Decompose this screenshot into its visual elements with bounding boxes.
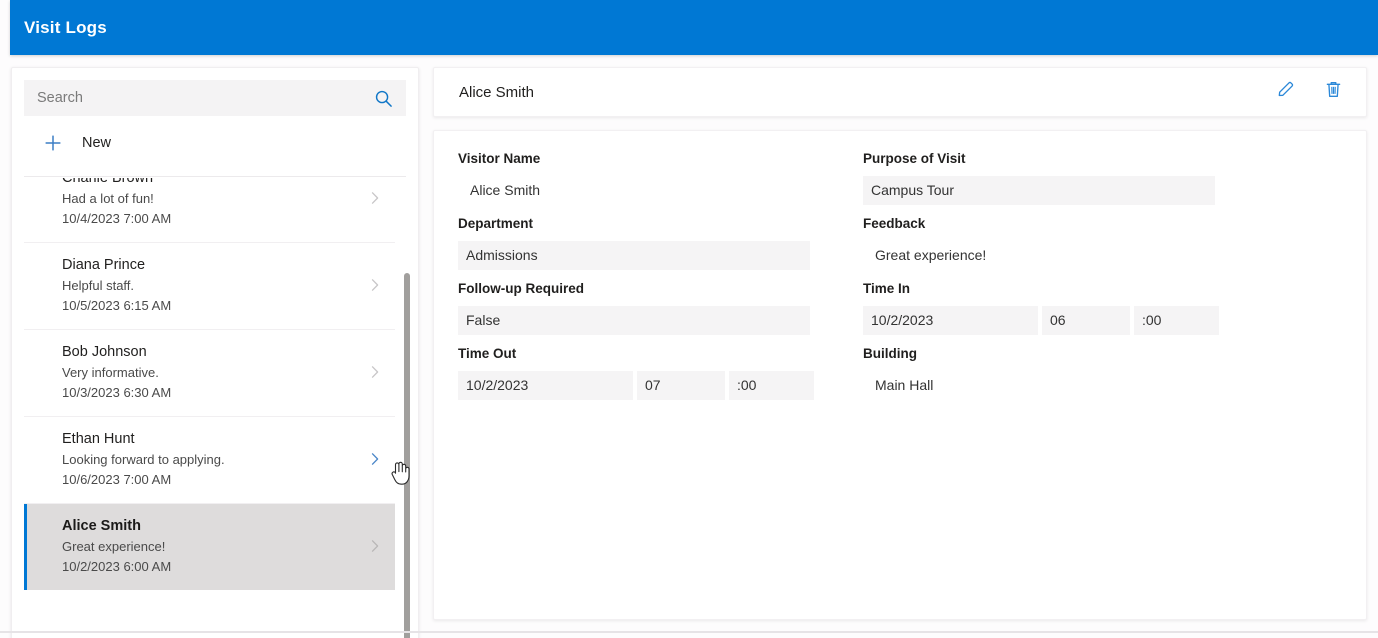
page-title: Visit Logs [24, 17, 107, 37]
list-item-text: Charlie Brown Had a lot of fun! 10/4/2023 … [62, 178, 395, 229]
visit-log-detail-panel: Alice Smith Visitor Name Alice Smith Dep… [433, 67, 1367, 620]
edit-button[interactable] [1272, 79, 1298, 105]
detail-form-grid: Visitor Name Alice Smith Department Admi… [458, 149, 1342, 409]
list-item-text: Bob Johnson Very informative. 10/3/2023 6:… [62, 342, 395, 403]
field-department: Department Admissions [458, 214, 862, 270]
department-label: Department [458, 216, 534, 231]
visit-log-list-scroll[interactable]: Charlie Brown Had a lot of fun! 10/4/2023 … [24, 178, 406, 638]
delete-button[interactable] [1320, 79, 1346, 105]
list-item[interactable]: Ethan Hunt Looking forward to applying. 10… [24, 417, 395, 504]
time-out-date[interactable]: 10/2/2023 [458, 371, 633, 400]
list-item-feedback: Helpful staff. [62, 278, 135, 293]
visitor-name-value[interactable]: Alice Smith [458, 176, 810, 205]
list-item-text: Diana Prince Helpful staff. 10/5/2023 6:15… [62, 255, 395, 316]
bottom-divider [0, 631, 1378, 633]
list-item-datetime: 10/3/2023 6:30 AM [62, 385, 172, 400]
field-purpose-of-visit: Purpose of Visit Campus Tour [863, 149, 1267, 205]
field-followup-required: Follow-up Required False [458, 279, 862, 335]
chevron-right-icon[interactable] [367, 190, 385, 208]
list-item-name: Ethan Hunt [62, 431, 135, 447]
new-button[interactable]: New [24, 124, 406, 162]
detail-actions [1272, 79, 1346, 105]
list-scrollbar-track[interactable] [401, 178, 413, 638]
time-in-hour[interactable]: 06 [1042, 306, 1130, 335]
list-item-feedback: Great experience! [62, 539, 166, 554]
feedback-value[interactable]: Great experience! [863, 241, 1215, 270]
time-out-minute[interactable]: :00 [729, 371, 814, 400]
form-column-left: Visitor Name Alice Smith Department Admi… [458, 149, 862, 409]
app-root: Visit Logs Search New Charlie Brown Had … [0, 0, 1378, 638]
list-item[interactable]: Alice Smith Great experience! 10/2/2023 6:… [24, 504, 395, 590]
app-header: Visit Logs [10, 0, 1378, 55]
building-label: Building [863, 346, 917, 361]
followup-label: Follow-up Required [458, 281, 584, 296]
field-feedback: Feedback Great experience! [863, 214, 1267, 270]
field-time-out: Time Out 10/2/2023 07 :00 [458, 344, 862, 400]
plus-icon [42, 132, 64, 154]
list-item-name: Diana Prince [62, 257, 146, 273]
time-in-inputs: 10/2/2023 06 :00 [863, 306, 1267, 335]
time-in-minute[interactable]: :00 [1134, 306, 1219, 335]
search-icon[interactable] [372, 87, 394, 109]
list-divider [24, 176, 406, 177]
purpose-label: Purpose of Visit [863, 151, 966, 166]
list-scrollbar-thumb[interactable] [404, 273, 410, 638]
detail-form: Visitor Name Alice Smith Department Admi… [433, 130, 1367, 620]
list-item-feedback: Had a lot of fun! [62, 191, 154, 206]
trash-icon [1323, 79, 1344, 105]
list-item[interactable]: Bob Johnson Very informative. 10/3/2023 6:… [24, 330, 395, 417]
chevron-right-icon[interactable] [367, 451, 385, 469]
list-item-datetime: 10/4/2023 7:00 AM [62, 211, 172, 226]
time-out-inputs: 10/2/2023 07 :00 [458, 371, 862, 400]
field-visitor-name: Visitor Name Alice Smith [458, 149, 862, 205]
pencil-icon [1275, 79, 1296, 105]
field-time-in: Time In 10/2/2023 06 :00 [863, 279, 1267, 335]
list-item-feedback: Very informative. [62, 365, 159, 380]
list-item-datetime: 10/2/2023 6:00 AM [62, 559, 172, 574]
visit-log-list-panel: New Charlie Brown Had a lot of fun! 10/4/2… [11, 67, 419, 638]
search-input[interactable] [35, 85, 359, 111]
purpose-value[interactable]: Campus Tour [863, 176, 1215, 205]
list-item-text: Alice Smith Great experience! 10/2/2023 6:… [62, 516, 395, 577]
time-in-label: Time In [863, 281, 911, 296]
list-item-name: Alice Smith [62, 518, 141, 534]
form-column-right: Purpose of Visit Campus Tour Feedback Gr… [863, 149, 1267, 409]
feedback-label: Feedback [863, 216, 926, 231]
list-item[interactable]: Diana Prince Helpful staff. 10/5/2023 6:15… [24, 243, 395, 330]
list-item-text: Ethan Hunt Looking forward to applying. 10… [62, 429, 395, 490]
list-item-feedback: Looking forward to applying. [62, 452, 225, 467]
followup-value[interactable]: False [458, 306, 810, 335]
visit-log-list: Charlie Brown Had a lot of fun! 10/4/2023 … [24, 178, 406, 590]
list-item-name: Charlie Brown [62, 178, 154, 186]
time-in-date[interactable]: 10/2/2023 [863, 306, 1038, 335]
detail-record-title: Alice Smith [459, 83, 535, 101]
list-item-name: Bob Johnson [62, 344, 147, 360]
time-out-hour[interactable]: 07 [637, 371, 725, 400]
list-item-datetime: 10/6/2023 7:00 AM [62, 472, 172, 487]
body-wrapper: New Charlie Brown Had a lot of fun! 10/4/2… [0, 55, 1378, 638]
detail-header: Alice Smith [433, 67, 1367, 117]
chevron-right-icon[interactable] [367, 364, 385, 382]
list-item-datetime: 10/5/2023 6:15 AM [62, 298, 172, 313]
search-bar[interactable] [24, 80, 406, 116]
visitor-name-label: Visitor Name [458, 151, 541, 166]
chevron-right-icon[interactable] [367, 277, 385, 295]
chevron-right-icon[interactable] [367, 538, 385, 556]
list-item[interactable]: Charlie Brown Had a lot of fun! 10/4/2023 … [24, 178, 395, 243]
building-value[interactable]: Main Hall [863, 371, 1215, 400]
new-button-label: New [82, 135, 112, 151]
field-building: Building Main Hall [863, 344, 1267, 400]
department-value[interactable]: Admissions [458, 241, 810, 270]
time-out-label: Time Out [458, 346, 517, 361]
